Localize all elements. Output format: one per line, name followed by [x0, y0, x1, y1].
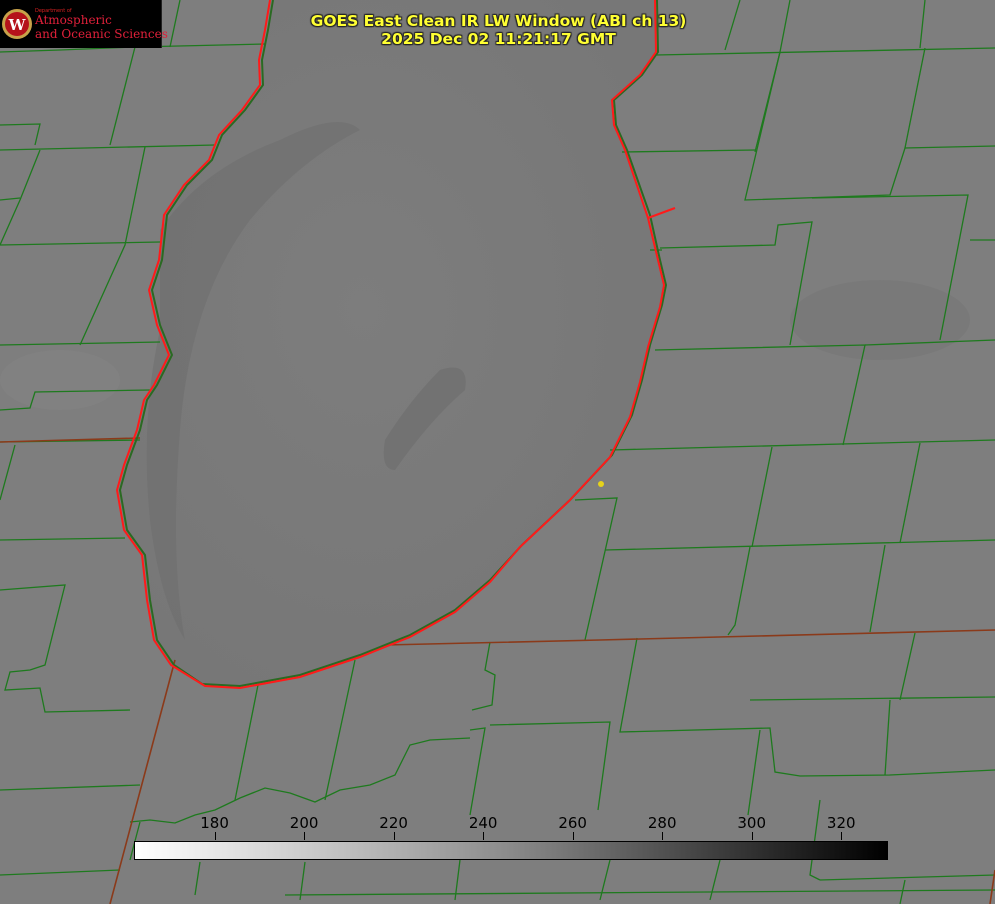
- colorbar-tick-label: 240: [468, 814, 498, 832]
- colorbar: [134, 841, 888, 860]
- cloud-patch: [0, 350, 120, 410]
- satellite-map: [0, 0, 995, 904]
- colorbar-tick-label: 300: [737, 814, 767, 832]
- title-line1: GOES East Clean IR LW Window (ABI ch 13): [310, 12, 687, 30]
- colorbar-tick-mark: [304, 832, 306, 840]
- colorbar-tick-label: 320: [826, 814, 856, 832]
- colorbar-tick-mark: [214, 832, 216, 840]
- colorbar-tick-mark: [841, 832, 843, 840]
- colorbar-tick-label: 220: [379, 814, 408, 832]
- colorbar-ticks: 180 200 220 240 260 280 300 320: [134, 814, 886, 840]
- colorbar-tick-label: 280: [647, 814, 677, 832]
- location-marker: [598, 481, 604, 487]
- colorbar-tick-mark: [751, 832, 753, 840]
- cloud-patch: [790, 280, 970, 360]
- colorbar-tick-label: 200: [289, 814, 319, 832]
- colorbar-tick-mark: [662, 832, 664, 840]
- colorbar-tick-mark: [572, 832, 574, 840]
- colorbar-tick-mark: [483, 832, 485, 840]
- image-title: GOES East Clean IR LW Window (ABI ch 13)…: [0, 12, 995, 48]
- satellite-image-viewer: W Department of Atmospheric and Oceanic …: [0, 0, 995, 904]
- title-line2: 2025 Dec 02 11:21:17 GMT: [381, 30, 616, 48]
- colorbar-tick-label: 180: [200, 814, 229, 832]
- colorbar-tick-mark: [393, 832, 395, 840]
- colorbar-tick-label: 260: [558, 814, 587, 832]
